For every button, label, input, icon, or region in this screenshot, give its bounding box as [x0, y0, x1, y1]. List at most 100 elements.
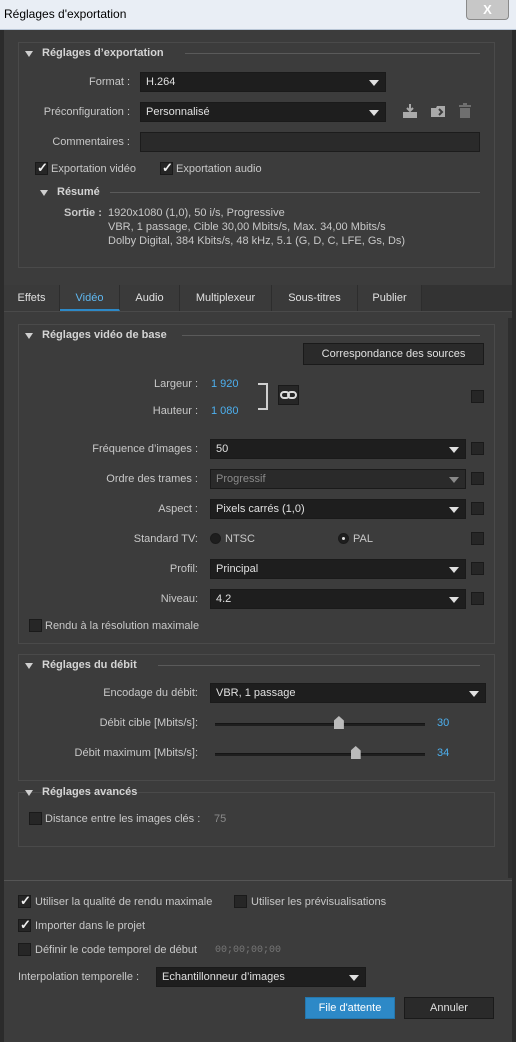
import-project-checkbox[interactable] [18, 917, 31, 933]
level-checkbox[interactable] [471, 592, 484, 605]
height-label: Hauteur : [152, 405, 198, 417]
width-value[interactable]: 1 920 [211, 378, 239, 390]
title-bar: Réglages d'exportation X [0, 0, 516, 30]
keyframe-distance-checkbox[interactable] [29, 812, 42, 825]
collapse-triangle-icon[interactable] [25, 663, 33, 669]
chevron-down-icon [469, 691, 479, 697]
dimension-override-checkbox[interactable] [471, 390, 484, 403]
level-dropdown[interactable]: 4.2 [210, 589, 466, 609]
aspect-value: Pixels carrés (1,0) [216, 503, 305, 515]
preset-value: Personnalisé [146, 106, 210, 118]
max-render-label: Rendu à la résolution maximale [45, 620, 200, 632]
tab-sous-titres[interactable]: Sous-titres [272, 285, 358, 311]
import-preset-icon[interactable] [430, 103, 446, 119]
framerate-label: Fréquence d’images : [92, 443, 198, 455]
output-line: Dolby Digital, 384 Kbits/s, 48 kHz, 5.1 … [108, 235, 406, 247]
profile-value: Principal [216, 563, 259, 575]
framerate-dropdown[interactable]: 50 [210, 439, 466, 459]
target-bitrate-value[interactable]: 30 [437, 717, 449, 729]
chevron-down-icon [349, 975, 359, 981]
divider [182, 335, 480, 336]
keyframe-distance-label: Distance entre les images clés : [45, 813, 201, 825]
field-order-dropdown[interactable]: Progressif [210, 469, 466, 489]
chevron-down-icon [449, 507, 459, 513]
link-icon[interactable] [278, 385, 299, 405]
export-audio-checkbox[interactable] [160, 160, 173, 176]
framerate-checkbox[interactable] [471, 442, 484, 455]
level-label: Niveau: [160, 593, 198, 605]
interpolation-label: Interpolation temporelle : [18, 971, 140, 983]
encoding-value: VBR, 1 passage [216, 687, 296, 699]
import-project-label: Importer dans le projet [35, 920, 146, 932]
output-line: VBR, 1 passage, Cible 30,00 Mbits/s, Max… [108, 221, 386, 233]
profile-checkbox[interactable] [471, 562, 484, 575]
field-order-label: Ordre des trames : [106, 473, 198, 485]
comments-label: Commentaires : [52, 136, 130, 148]
tab-video[interactable]: Vidéo [60, 285, 120, 311]
max-quality-checkbox[interactable] [18, 893, 31, 909]
height-value[interactable]: 1 080 [211, 405, 239, 417]
width-label: Largeur : [153, 378, 198, 390]
save-preset-icon[interactable] [402, 103, 418, 119]
collapse-triangle-icon[interactable] [25, 333, 33, 339]
close-button[interactable]: X [466, 0, 509, 20]
collapse-triangle-icon[interactable] [25, 790, 33, 796]
chevron-down-icon [449, 597, 459, 603]
timecode-checkbox[interactable] [18, 943, 31, 956]
aspect-checkbox[interactable] [471, 502, 484, 515]
tab-audio[interactable]: Audio [120, 285, 180, 311]
link-bracket [258, 383, 268, 410]
max-bitrate-slider[interactable] [215, 753, 425, 756]
collapse-triangle-icon[interactable] [40, 190, 48, 196]
target-bitrate-label: Débit cible [Mbits/s]: [99, 717, 198, 729]
divider [185, 53, 480, 54]
tab-multiplexeur[interactable]: Multiplexeur [180, 285, 272, 311]
max-bitrate-value[interactable]: 34 [437, 747, 449, 759]
timecode-label: Définir le code temporel de début [35, 944, 198, 956]
queue-button[interactable]: File d'attente [305, 997, 395, 1019]
framerate-value: 50 [216, 443, 229, 455]
field-order-value: Progressif [216, 473, 266, 485]
preset-label: Préconfiguration : [43, 106, 130, 118]
ntsc-radio[interactable] [210, 533, 221, 544]
format-value: H.264 [146, 76, 176, 88]
export-video-checkbox[interactable] [35, 160, 48, 176]
preset-dropdown[interactable]: Personnalisé [140, 102, 386, 122]
divider [110, 192, 480, 193]
ntsc-label: NTSC [225, 533, 255, 545]
collapse-triangle-icon[interactable] [25, 51, 33, 57]
interpolation-value: Echantillonneur d’images [162, 971, 285, 983]
summary-title: Résumé [57, 186, 100, 198]
basic-video-title: Réglages vidéo de base [42, 329, 167, 341]
encoding-dropdown[interactable]: VBR, 1 passage [210, 683, 486, 703]
max-render-checkbox[interactable] [29, 619, 42, 632]
chevron-down-icon [449, 477, 459, 483]
keyframe-distance-value[interactable]: 75 [214, 813, 226, 825]
trash-icon[interactable] [458, 103, 472, 119]
chevron-down-icon [369, 80, 379, 86]
format-dropdown[interactable]: H.264 [140, 72, 386, 92]
chevron-down-icon [449, 567, 459, 573]
tv-standard-checkbox[interactable] [471, 532, 484, 545]
target-bitrate-slider[interactable] [215, 723, 425, 726]
timecode-value[interactable]: 00;00;00;00 [215, 945, 281, 956]
scrollbar-track[interactable] [508, 318, 512, 878]
field-order-checkbox[interactable] [471, 472, 484, 485]
advanced-title: Réglages avancés [42, 786, 138, 798]
tab-effets[interactable]: Effets [4, 285, 60, 311]
match-source-button[interactable]: Correspondance des sources [303, 343, 484, 365]
max-bitrate-label: Débit maximum [Mbits/s]: [74, 747, 198, 759]
export-section-title: Réglages d’exportation [42, 47, 164, 59]
interpolation-dropdown[interactable]: Echantillonneur d’images [156, 967, 366, 987]
profile-dropdown[interactable]: Principal [210, 559, 466, 579]
comments-field[interactable] [140, 132, 480, 152]
level-value: 4.2 [216, 593, 232, 605]
export-video-label: Exportation vidéo [51, 163, 136, 175]
aspect-dropdown[interactable]: Pixels carrés (1,0) [210, 499, 466, 519]
pal-radio[interactable] [338, 533, 349, 544]
format-label: Format : [89, 76, 130, 88]
tab-publier[interactable]: Publier [358, 285, 422, 311]
chevron-down-icon [369, 110, 379, 116]
cancel-button[interactable]: Annuler [404, 997, 494, 1019]
use-previews-checkbox[interactable] [234, 895, 247, 908]
